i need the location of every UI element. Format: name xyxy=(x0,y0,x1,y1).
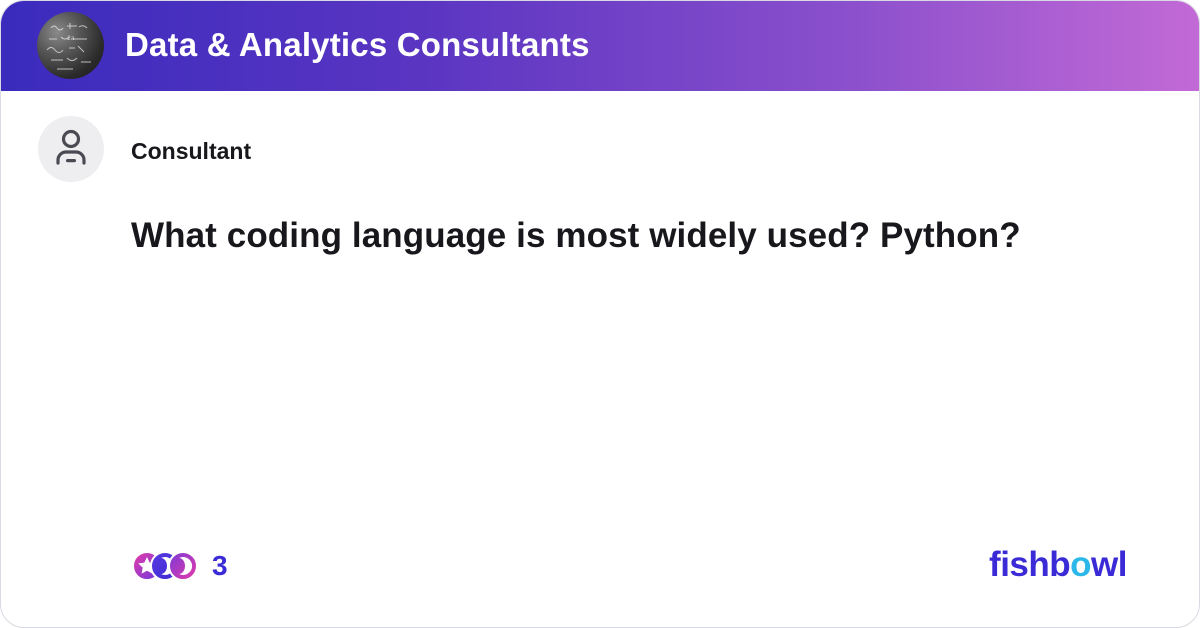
post-question: What coding language is most widely used… xyxy=(131,216,1021,255)
logo-text-part: fishb xyxy=(989,545,1071,584)
group-avatar[interactable]: 2a xyxy=(37,12,104,79)
crescent-badge-icon xyxy=(168,551,198,581)
user-icon xyxy=(56,129,86,165)
logo-text-part: wl xyxy=(1091,545,1127,584)
group-title[interactable]: Data & Analytics Consultants xyxy=(125,23,590,67)
chalkboard-photo-avatar-icon: 2a xyxy=(46,23,91,70)
post-card: 2a Data & Analytics Consultants Consulta… xyxy=(0,0,1200,628)
logo-text-o: o xyxy=(1070,545,1092,584)
author-avatar[interactable] xyxy=(38,116,104,182)
fishbowl-logo[interactable]: fishbowl xyxy=(989,543,1127,587)
reaction-count: 3 xyxy=(212,550,228,581)
author-name[interactable]: Consultant xyxy=(131,138,251,164)
group-header: 2a Data & Analytics Consultants xyxy=(1,1,1199,91)
svg-text:2a: 2a xyxy=(67,35,75,42)
reaction-icons xyxy=(131,550,199,582)
reactions-summary[interactable]: 3 xyxy=(131,550,228,582)
